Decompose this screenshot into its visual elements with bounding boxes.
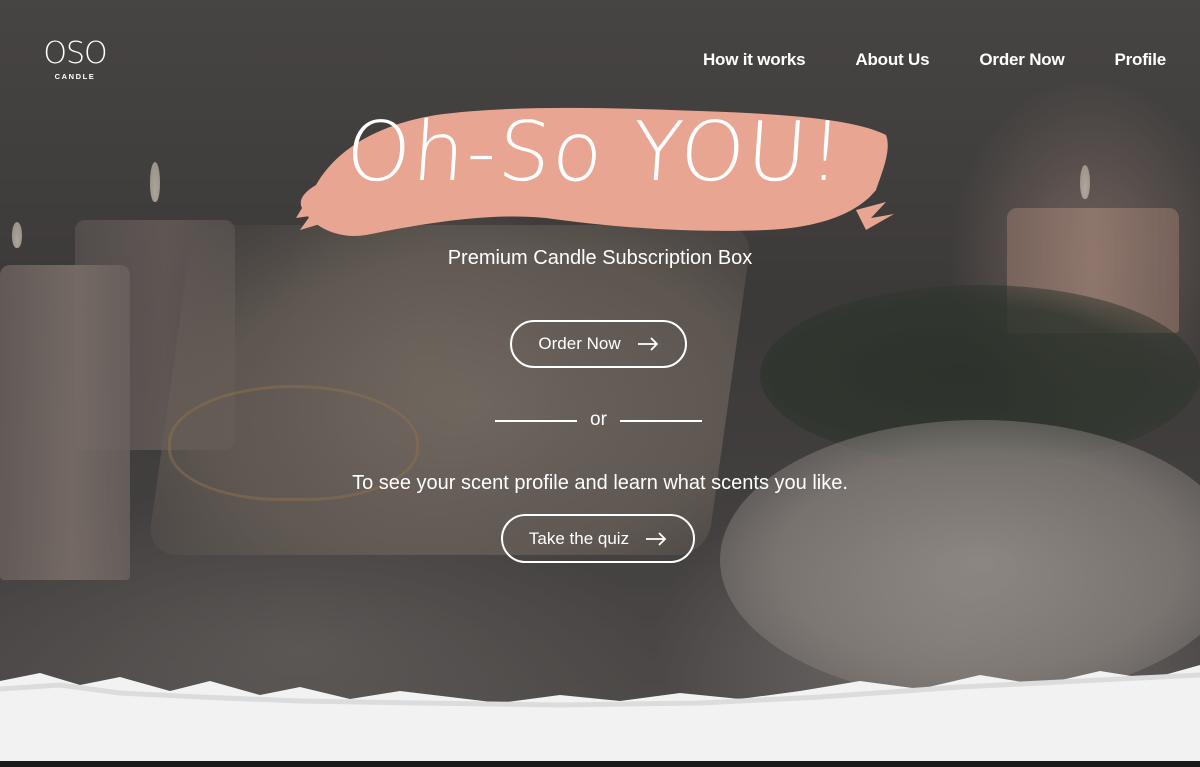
order-now-label: Order Now <box>538 334 621 353</box>
logo[interactable]: OSO CANDLE <box>40 38 110 84</box>
nav-about-us[interactable]: About Us <box>855 50 929 70</box>
arrow-right-icon <box>646 531 667 546</box>
arrow-right-icon <box>637 337 658 351</box>
bottom-bar <box>0 761 1200 767</box>
divider-line <box>620 420 702 422</box>
nav-profile[interactable]: Profile <box>1114 50 1166 70</box>
divider-text: or <box>590 409 607 430</box>
take-quiz-label: Take the quiz <box>528 528 630 548</box>
main-nav: How it works About Us Order Now Profile <box>653 50 1166 70</box>
hero-title: Oh-So YOU! <box>342 105 848 200</box>
divider-line <box>495 420 577 422</box>
hero-subtitle: Premium Candle Subscription Box <box>447 247 753 269</box>
nav-how-it-works[interactable]: How it works <box>703 50 806 70</box>
quiz-prompt: To see your scent profile and learn what… <box>352 472 848 494</box>
logo-wordmark: CANDLE <box>54 72 96 81</box>
torn-paper-edge <box>0 665 1200 761</box>
or-divider: or <box>0 408 1200 432</box>
take-quiz-button[interactable]: Take the quiz <box>501 514 695 563</box>
nav-order-now[interactable]: Order Now <box>979 50 1064 70</box>
logo-mark: OSO <box>43 36 107 71</box>
order-now-button[interactable]: Order Now <box>510 320 687 368</box>
